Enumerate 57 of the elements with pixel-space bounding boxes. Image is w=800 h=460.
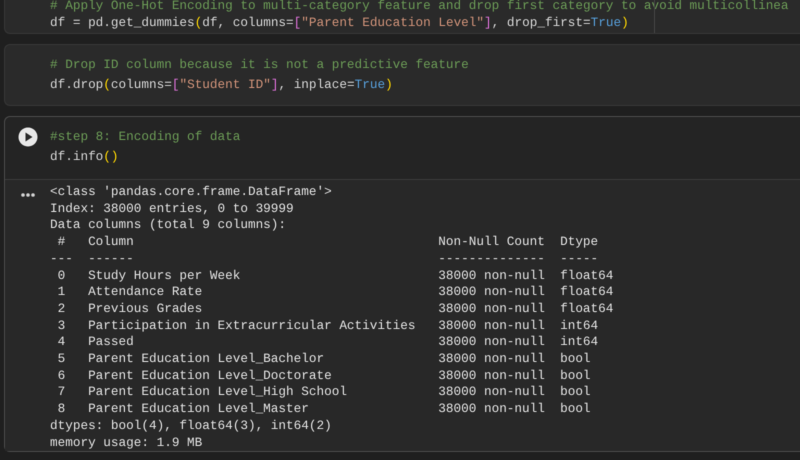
code-line: # Apply One-Hot Encoding to multi-category feature and drop first category to avoid multicollinea bbox=[50, 0, 789, 14]
table-cell-text: 4 bbox=[56, 334, 66, 352]
table-cell-text: bool bbox=[560, 401, 592, 418]
table-cell-text: bool bbox=[560, 384, 592, 402]
table-cell-text: Parent Education Level_Doctorate bbox=[88, 368, 333, 384]
output-line: <class 'pandas.core.frame.DataFrame'> bbox=[50, 184, 333, 201]
table-cell-text: 38000 non-null bbox=[438, 401, 546, 418]
table-cell-text: 38000 non-null bbox=[438, 268, 546, 284]
column-header: # bbox=[56, 234, 66, 251]
run-button[interactable] bbox=[18, 127, 38, 147]
table-cell-text: Attendance Rate bbox=[88, 284, 204, 301]
table-cell-text: 38000 non-null bbox=[438, 368, 546, 384]
table-cell-text: bool bbox=[560, 351, 592, 368]
code-line: # Drop ID column because it is not a predictive feature bbox=[50, 56, 469, 74]
table-cell-text: Participation in Extracurricular Activities bbox=[88, 318, 416, 334]
table-cell-text: 2 bbox=[56, 300, 66, 318]
column-header: Non-Null Count bbox=[438, 234, 546, 251]
header-rule: -------------- bbox=[438, 250, 546, 268]
code-line: #step 8: Encoding of data bbox=[50, 128, 240, 146]
ellipsis-icon[interactable] bbox=[20, 193, 34, 197]
table-cell-text: Parent Education Level_Master bbox=[88, 401, 310, 418]
header-rule: --- bbox=[50, 250, 74, 268]
table-cell-text: Parent Education Level_Bachelor bbox=[88, 351, 326, 368]
header-rule: ------ bbox=[88, 250, 135, 268]
output-line: Index: 38000 entries, 0 to 39999 bbox=[50, 200, 295, 218]
table-cell-text: int64 bbox=[560, 318, 600, 334]
code-line: df.drop(columns=["Student ID"], inplace=True) bbox=[50, 76, 394, 94]
table-cell-text: 38000 non-null bbox=[438, 318, 546, 334]
table-cell: float64 bbox=[560, 284, 614, 301]
table-cell-text: 3 bbox=[56, 318, 66, 334]
table-cell-text: 5 bbox=[56, 351, 66, 368]
table-cell-text: 38000 non-null bbox=[438, 284, 546, 301]
table-cell-text: Previous Grades bbox=[88, 300, 204, 318]
table-cell: float64 bbox=[560, 268, 614, 284]
table-cell-text: bool bbox=[560, 368, 592, 384]
code-line: df = pd.get_dummies(df, columns=["Parent Education Level"], drop_first=True) bbox=[50, 14, 630, 31]
column-header: Dtype bbox=[560, 234, 600, 251]
column-header: Column bbox=[88, 234, 135, 251]
output-line: memory usage: 1.9 MB bbox=[50, 434, 204, 452]
table-cell-text: 0 bbox=[56, 268, 66, 284]
table-cell-text: 38000 non-null bbox=[438, 384, 546, 402]
table-cell-text: 6 bbox=[56, 368, 66, 384]
table-cell-text: 1 bbox=[56, 284, 66, 301]
table-cell-text: Parent Education Level_High School bbox=[88, 384, 348, 402]
table-cell-text: 8 bbox=[56, 401, 66, 418]
table-cell-text: Passed bbox=[88, 334, 135, 352]
table-cell-text: 38000 non-null bbox=[438, 300, 546, 318]
code-line: df.info() bbox=[50, 148, 120, 166]
table-cell-text: int64 bbox=[560, 334, 600, 352]
header-rule: ----- bbox=[560, 250, 600, 268]
table-cell-text: 38000 non-null bbox=[438, 334, 546, 352]
table-cell-text: 38000 non-null bbox=[438, 351, 546, 368]
table-cell-text: 7 bbox=[56, 384, 66, 402]
table-cell-text: Study Hours per Week bbox=[88, 268, 242, 284]
output-line: Data columns (total 9 columns): bbox=[50, 217, 288, 234]
table-cell: float64 bbox=[560, 300, 614, 318]
output-line: dtypes: bool(4), float64(3), int64(2) bbox=[50, 418, 333, 435]
